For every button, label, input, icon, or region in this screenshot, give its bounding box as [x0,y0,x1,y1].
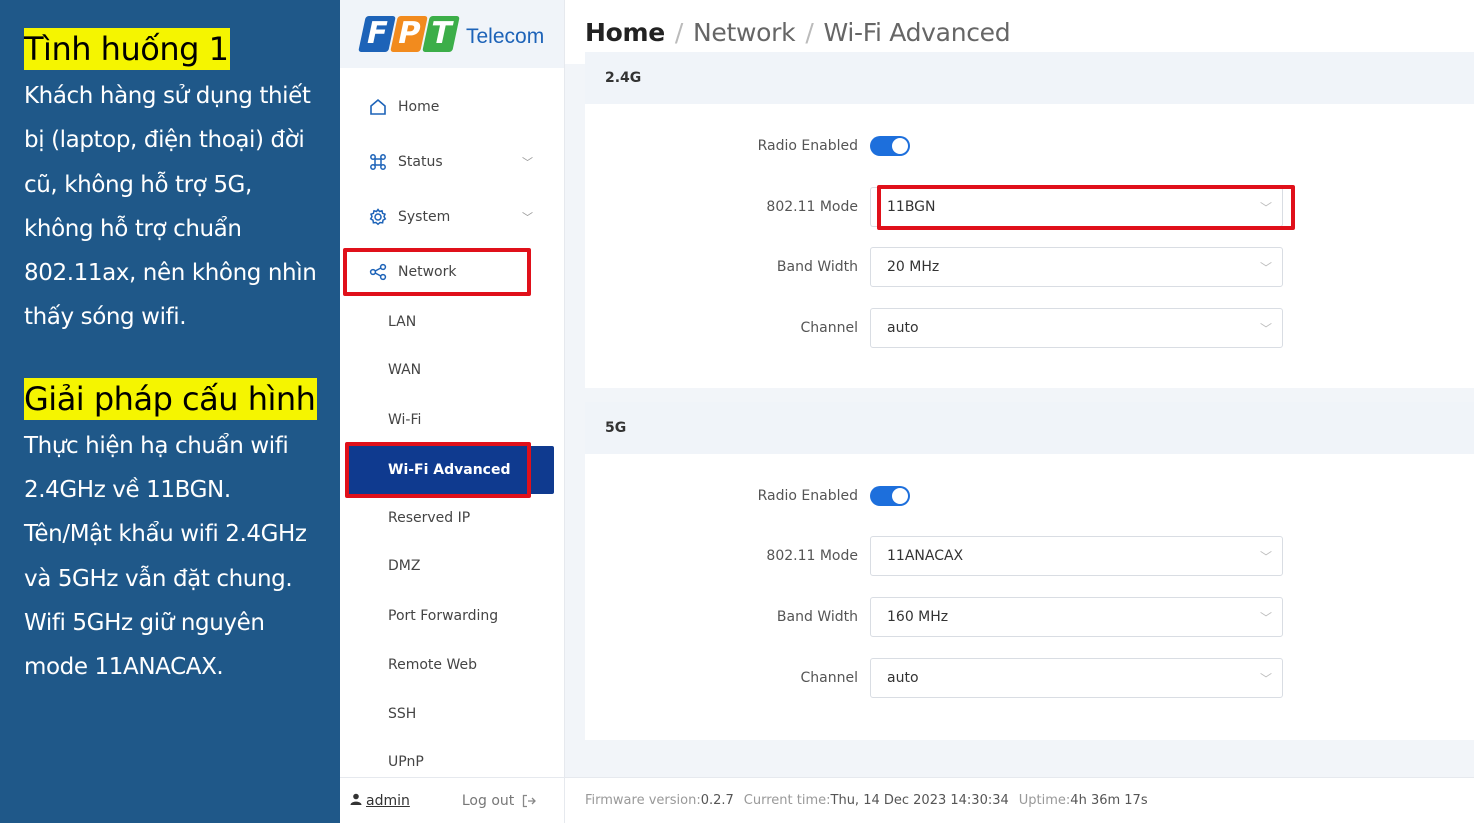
scenario-heading: Tình huống 1 [24,28,231,70]
logout-button[interactable]: Log out [461,792,537,809]
sidebar-item-label: System [398,209,451,225]
sidebar-item-label: Home [398,99,440,115]
user-icon [350,793,362,809]
row-mode-24g: 802.11 Mode 11BGN ﹀ [585,187,1474,227]
info-panel: Tình huống 1 Khách hàng sử dụng thiết bị… [0,0,340,823]
breadcrumb-network[interactable]: Network [693,18,796,47]
logout-icon [522,794,537,808]
bandwidth-value: 160 MHz [887,609,949,625]
mode-value: 11ANACAX [887,548,964,564]
mode-label: 802.11 Mode [766,199,858,215]
row-radio-5g: Radio Enabled [585,476,1474,516]
mode-select-24g[interactable]: 11BGN ﹀ [870,187,1283,227]
sidebar: F P T Telecom Home Status ﹀ System ﹀ Net… [340,0,565,823]
sidebar-item-home[interactable]: Home [340,87,565,127]
scenario-text: Khách hàng sử dụng thiết bị (laptop, điệ… [24,83,317,331]
solution-heading: Giải pháp cấu hình [24,377,318,420]
sidebar-item-status[interactable]: Status ﹀ [340,142,565,182]
bandwidth-value: 20 MHz [887,259,940,275]
card-5g: 5G Radio Enabled 802.11 Mode 11ANACAX ﹀ … [585,402,1474,740]
channel-value: auto [887,320,919,336]
user-link[interactable]: admin [350,793,410,809]
mode-label: 802.11 Mode [766,548,858,564]
gear-icon [368,207,388,227]
time-label: Current time: [743,793,831,808]
chevron-down-icon: ﹀ [522,156,533,169]
sidebar-subitem-remote-web[interactable]: Remote Web [340,645,565,685]
sidebar-item-label: Status [398,154,443,170]
radio-label: Radio Enabled [757,488,858,504]
row-mode-5g: 802.11 Mode 11ANACAX ﹀ [585,536,1474,576]
sidebar-subitem-wifi[interactable]: Wi-Fi [340,400,565,440]
channel-value: auto [887,670,919,686]
sidebar-item-system[interactable]: System ﹀ [340,197,565,237]
time-value: Thu, 14 Dec 2023 14:30:34 [830,793,1009,808]
share-icon [368,262,388,282]
logo-letter-t: T [422,16,460,52]
fpt-telecom-logo: F P T Telecom [340,0,564,68]
main-content: Home / Network / Wi-Fi Advanced 2.4G Rad… [565,0,1474,823]
breadcrumb-current: Wi-Fi Advanced [823,17,1011,47]
sidebar-subitem-port-forwarding[interactable]: Port Forwarding [340,596,565,636]
breadcrumb-separator: / [674,17,684,47]
bandwidth-select-5g[interactable]: 160 MHz ﹀ [870,597,1283,637]
uptime-label: Uptime: [1018,793,1071,808]
sidebar-subitem-lan[interactable]: LAN [340,302,565,342]
breadcrumb-home[interactable]: Home [585,18,665,47]
logout-label: Log out [461,792,515,809]
firmware-label: Firmware version: [585,793,701,808]
channel-label: Channel [800,670,858,686]
home-icon [368,97,388,117]
status-bar: Firmware version: 0.2.7 Current time: Th… [565,777,1474,823]
row-channel-24g: Channel auto ﹀ [585,308,1474,348]
mode-select-5g[interactable]: 11ANACAX ﹀ [870,536,1283,576]
sidebar-subitem-reserved-ip[interactable]: Reserved IP [340,498,565,538]
breadcrumb-separator: / [805,17,814,47]
firmware-value: 0.2.7 [700,793,734,808]
chevron-down-icon: ﹀ [1259,261,1272,275]
command-icon [368,152,388,172]
sidebar-item-label: Network [398,264,457,280]
user-footer: admin Log out [340,777,565,823]
channel-select-5g[interactable]: auto ﹀ [870,658,1283,698]
logo-telecom-text: Telecom [466,25,545,48]
uptime-value: 4h 36m 17s [1070,793,1148,808]
channel-select-24g[interactable]: auto ﹀ [870,308,1283,348]
sidebar-subitem-wifi-advanced[interactable]: Wi-Fi Advanced [346,446,554,494]
radio-toggle-5g[interactable] [870,486,910,506]
channel-label: Channel [800,320,858,336]
chevron-down-icon: ﹀ [522,211,533,224]
mode-value: 11BGN [887,199,936,215]
solution-text: Thực hiện hạ chuẩn wifi 2.4GHz về 11BGN.… [24,432,307,681]
card-24g-title: 2.4G [585,52,1474,104]
bandwidth-label: Band Width [776,609,858,625]
chevron-down-icon: ﹀ [1259,611,1272,625]
sidebar-item-network[interactable]: Network [340,252,565,292]
sidebar-subitem-wan[interactable]: WAN [340,350,565,390]
sidebar-subitem-dmz[interactable]: DMZ [340,546,565,586]
bandwidth-select-24g[interactable]: 20 MHz ﹀ [870,247,1283,287]
chevron-down-icon: ﹀ [1259,322,1272,336]
sidebar-subitem-ssh[interactable]: SSH [340,694,565,734]
chevron-down-icon: ﹀ [1259,672,1272,686]
chevron-down-icon: ﹀ [1259,201,1272,215]
row-channel-5g: Channel auto ﹀ [585,658,1474,698]
radio-label: Radio Enabled [757,138,858,154]
sidebar-subitem-upnp[interactable]: UPnP [340,742,565,782]
row-bandwidth-5g: Band Width 160 MHz ﹀ [585,597,1474,637]
row-bandwidth-24g: Band Width 20 MHz ﹀ [585,247,1474,287]
card-24g: 2.4G Radio Enabled 802.11 Mode 11BGN ﹀ B… [585,52,1474,388]
card-5g-title: 5G [585,402,1474,454]
username: admin [366,792,410,809]
chevron-down-icon: ﹀ [1259,550,1272,564]
row-radio-24g: Radio Enabled [585,126,1474,166]
radio-toggle-24g[interactable] [870,136,910,156]
bandwidth-label: Band Width [776,259,858,275]
